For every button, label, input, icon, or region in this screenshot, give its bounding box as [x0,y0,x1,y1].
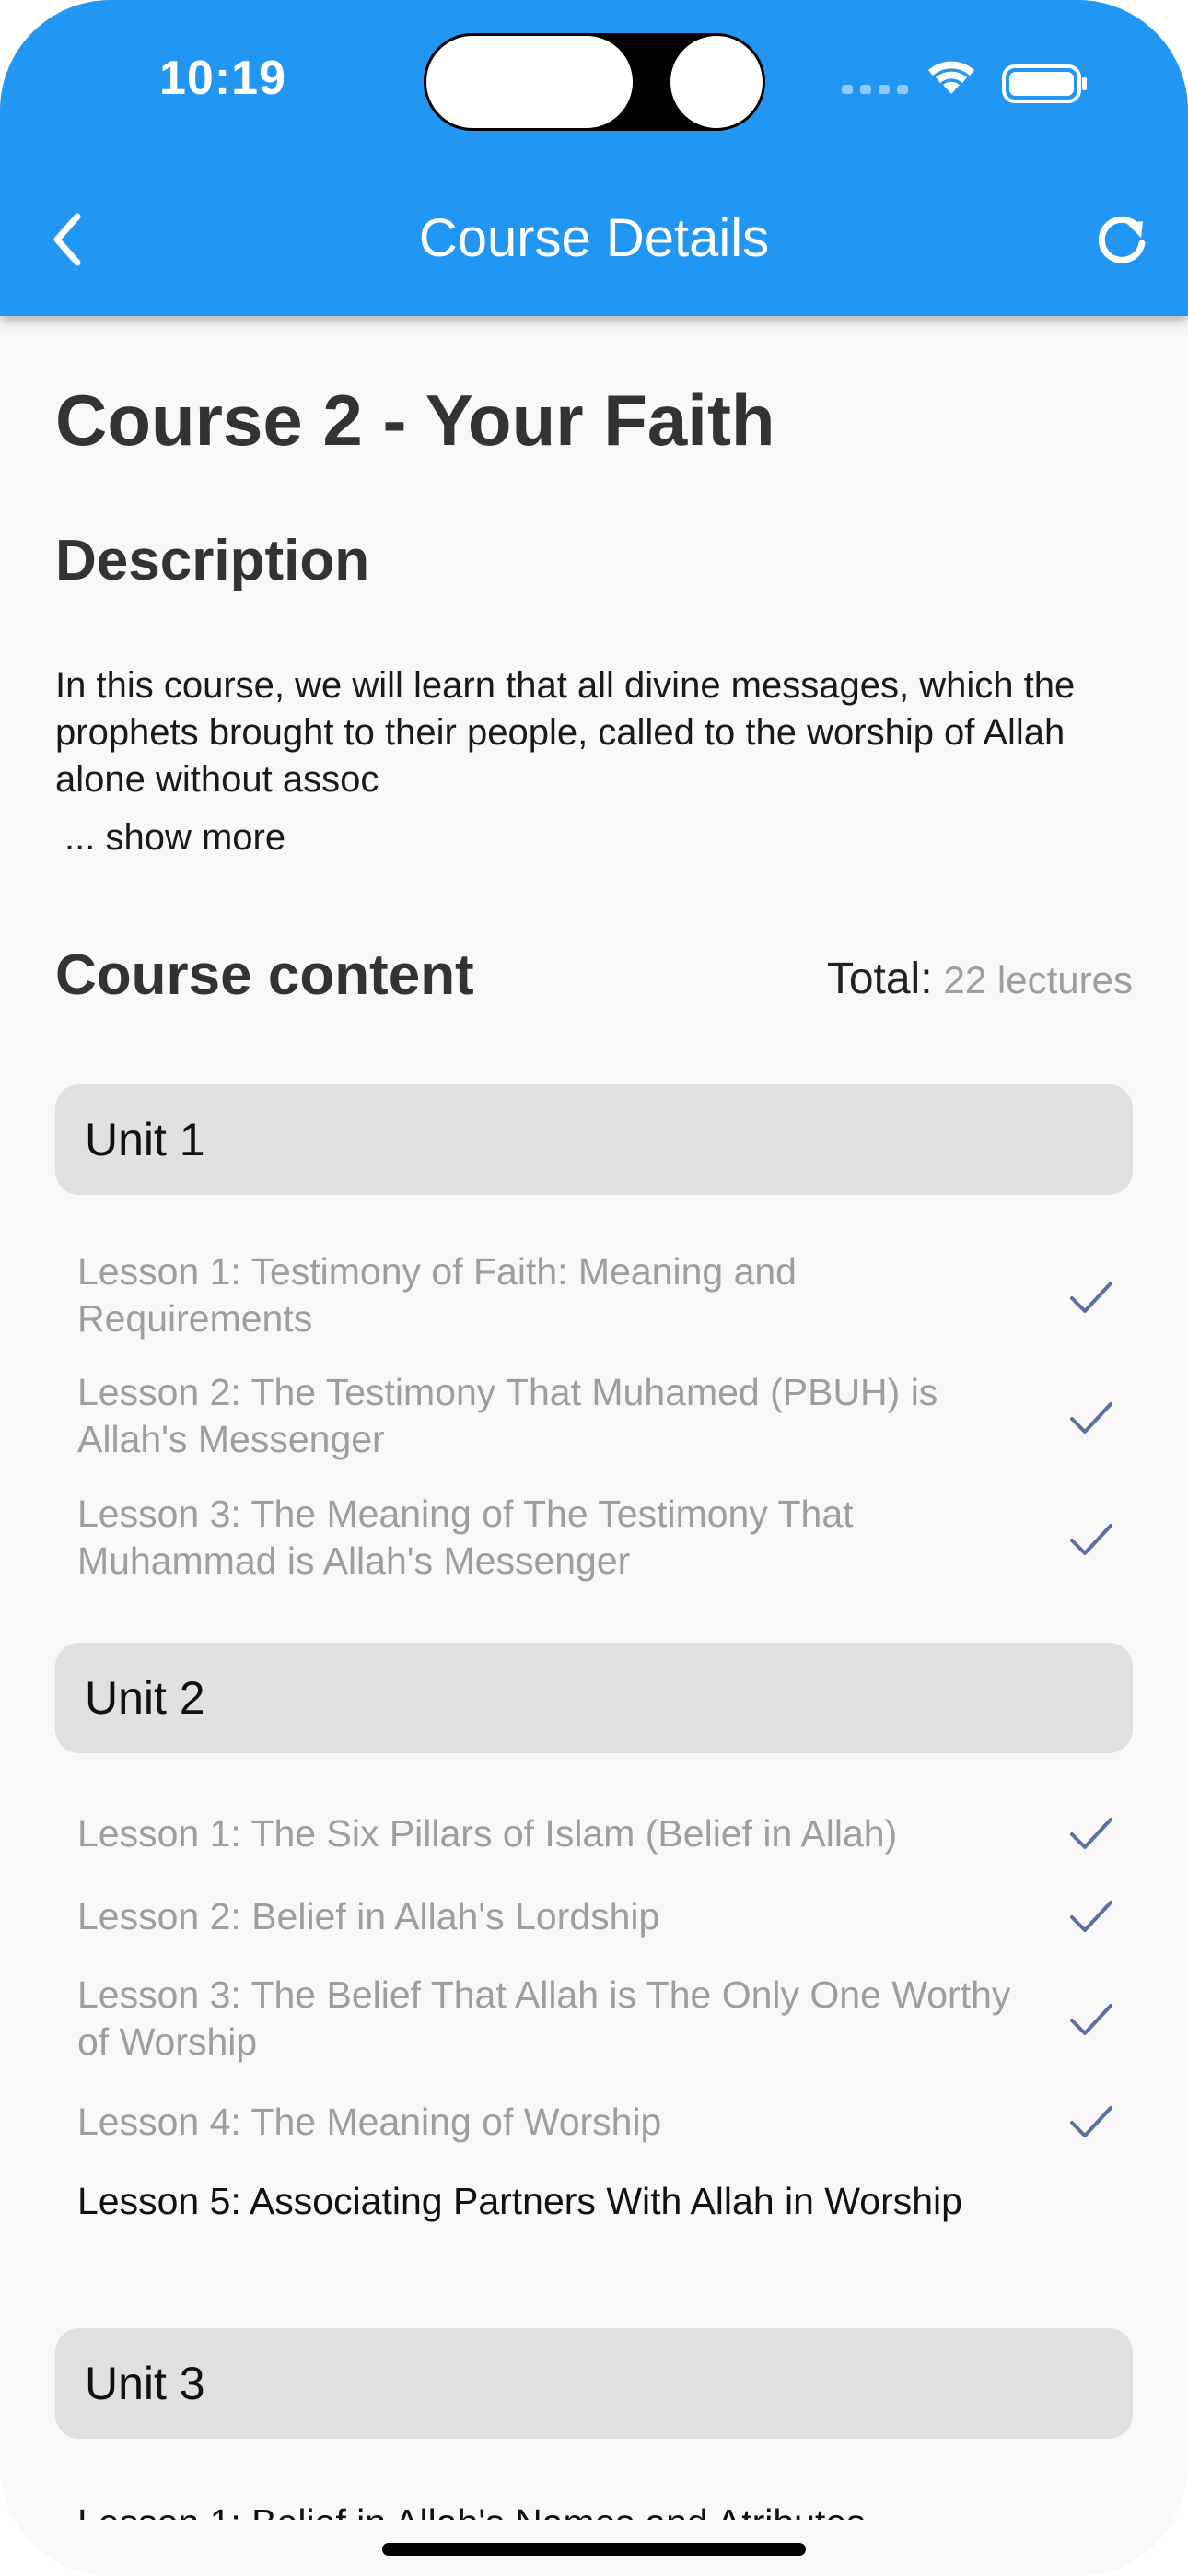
course-content-heading: Course content [55,943,474,1007]
total-count: 22 lectures [943,958,1133,1001]
unit-label: Unit 2 [85,1672,205,1724]
total-lectures: Total: 22 lectures [827,954,1133,1004]
lesson-item-current[interactable]: Lesson 5: Associating Partners With Alla… [77,2178,1017,2225]
check-icon [1070,2004,1112,2035]
check-icon [1070,1901,1112,1932]
lesson-item[interactable]: Lesson 3: The Belief That Allah is The O… [77,1972,1017,2066]
app-bar: 10:19 Course Details [0,0,1188,316]
check-icon [1070,1282,1112,1313]
battery-icon [1002,64,1087,103]
refresh-icon [1098,216,1146,263]
lesson-item[interactable]: Lesson 2: The Testimony That Muhamed (PB… [77,1369,1017,1463]
unit-header[interactable]: Unit 2 [55,1643,1133,1753]
status-icons [842,61,1087,103]
unit-label: Unit 1 [85,1114,205,1165]
check-icon [1070,2106,1112,2137]
lesson-item[interactable]: Lesson 1: The Six Pillars of Islam (Beli… [77,1810,1017,1857]
course-title: Course 2 - Your Faith [55,380,775,461]
lesson-item[interactable]: Lesson 2: Belief in Allah's Lordship [77,1893,1017,1940]
unit-header[interactable]: Unit 3 [55,2328,1133,2439]
cellular-signal-icon [842,85,908,94]
page-title: Course Details [418,208,770,268]
check-icon [1070,1402,1112,1434]
unit-header[interactable]: Unit 1 [55,1084,1133,1195]
lesson-item[interactable]: Lesson 1: Testimony of Faith: Meaning an… [77,1248,1017,1342]
show-more-link[interactable]: ... show more [64,817,285,859]
refresh-button[interactable] [1091,210,1152,271]
description-text: In this course, we will learn that all d… [55,665,1076,800]
lesson-item[interactable]: Lesson 3: The Meaning of The Testimony T… [77,1491,1017,1585]
dynamic-island-left [424,33,635,131]
lesson-item[interactable]: Lesson 4: The Meaning of Worship [77,2099,1017,2146]
status-time: 10:19 [159,52,286,105]
home-indicator[interactable] [382,2543,806,2556]
description-heading: Description [55,529,370,592]
wifi-icon [928,61,974,94]
total-label: Total: [826,954,933,1003]
check-icon [1070,1818,1112,1849]
check-icon [1070,1524,1112,1555]
unit-label: Unit 3 [85,2358,205,2409]
dynamic-island-right [668,33,765,131]
screen: 10:19 Course Details Course 2 - Your Fai… [0,0,1188,2576]
